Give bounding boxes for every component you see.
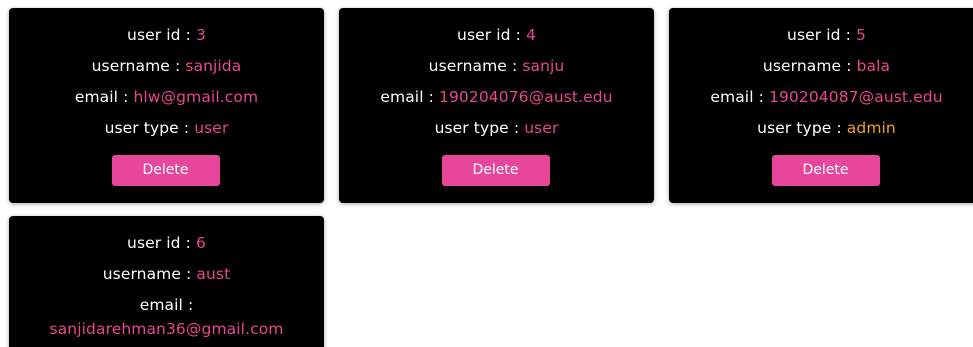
username-value: sanju	[522, 57, 565, 75]
username-label: username :	[428, 57, 523, 75]
delete-button[interactable]: Delete	[771, 155, 880, 186]
user-id-row: user id : 4	[339, 25, 654, 45]
username-value: bala	[856, 57, 891, 75]
user-id-value: 6	[196, 234, 206, 252]
user-type-row: user type : admin	[669, 118, 973, 138]
username-label: username :	[91, 57, 186, 75]
user-id-label: user id :	[457, 26, 526, 44]
user-type-row: user type : user	[9, 118, 324, 138]
email-value: sanjidarehman36@gmail.com	[49, 320, 284, 338]
user-id-row: user id : 3	[9, 25, 324, 45]
user-card: user id : 3 username : sanjida email : h…	[9, 8, 324, 203]
email-label: email :	[380, 88, 439, 106]
delete-button[interactable]: Delete	[111, 155, 220, 186]
email-label: email :	[139, 296, 194, 314]
username-row: username : sanju	[339, 56, 654, 76]
username-value: aust	[196, 265, 231, 283]
user-card: user id : 6 username : aust email : sanj…	[9, 216, 324, 347]
delete-button[interactable]: Delete	[441, 155, 550, 186]
user-type-value: user	[524, 119, 559, 137]
email-label: email :	[710, 88, 769, 106]
user-id-label: user id :	[127, 234, 196, 252]
email-row: email : 190204076@aust.edu	[339, 87, 654, 107]
user-type-label: user type :	[104, 119, 195, 137]
user-type-label: user type :	[757, 119, 847, 137]
email-value: 190204087@aust.edu	[768, 88, 943, 106]
users-grid: user id : 3 username : sanjida email : h…	[0, 0, 973, 347]
username-row: username : bala	[669, 56, 973, 76]
email-value: hlw@gmail.com	[133, 88, 259, 106]
user-id-value: 4	[526, 26, 536, 44]
username-label: username :	[762, 57, 857, 75]
email-label: email :	[74, 88, 134, 106]
email-row: email :	[9, 295, 324, 315]
username-row: username : aust	[9, 264, 324, 284]
user-type-value: admin	[846, 119, 896, 137]
email-row: email : hlw@gmail.com	[9, 87, 324, 107]
user-type-value: user	[194, 119, 229, 137]
user-id-value: 3	[196, 26, 206, 44]
user-id-label: user id :	[787, 26, 856, 44]
email-row: email : 190204087@aust.edu	[669, 87, 973, 107]
user-id-value: 5	[856, 26, 866, 44]
user-id-row: user id : 5	[669, 25, 973, 45]
email-value-row: sanjidarehman36@gmail.com	[9, 319, 324, 339]
user-id-label: user id :	[127, 26, 196, 44]
user-type-label: user type :	[434, 119, 525, 137]
username-row: username : sanjida	[9, 56, 324, 76]
user-card: user id : 4 username : sanju email : 190…	[339, 8, 654, 203]
user-card: user id : 5 username : bala email : 1902…	[669, 8, 973, 203]
email-value: 190204076@aust.edu	[438, 88, 613, 106]
user-id-row: user id : 6	[9, 233, 324, 253]
user-type-row: user type : user	[339, 118, 654, 138]
username-label: username :	[102, 265, 197, 283]
username-value: sanjida	[185, 57, 242, 75]
